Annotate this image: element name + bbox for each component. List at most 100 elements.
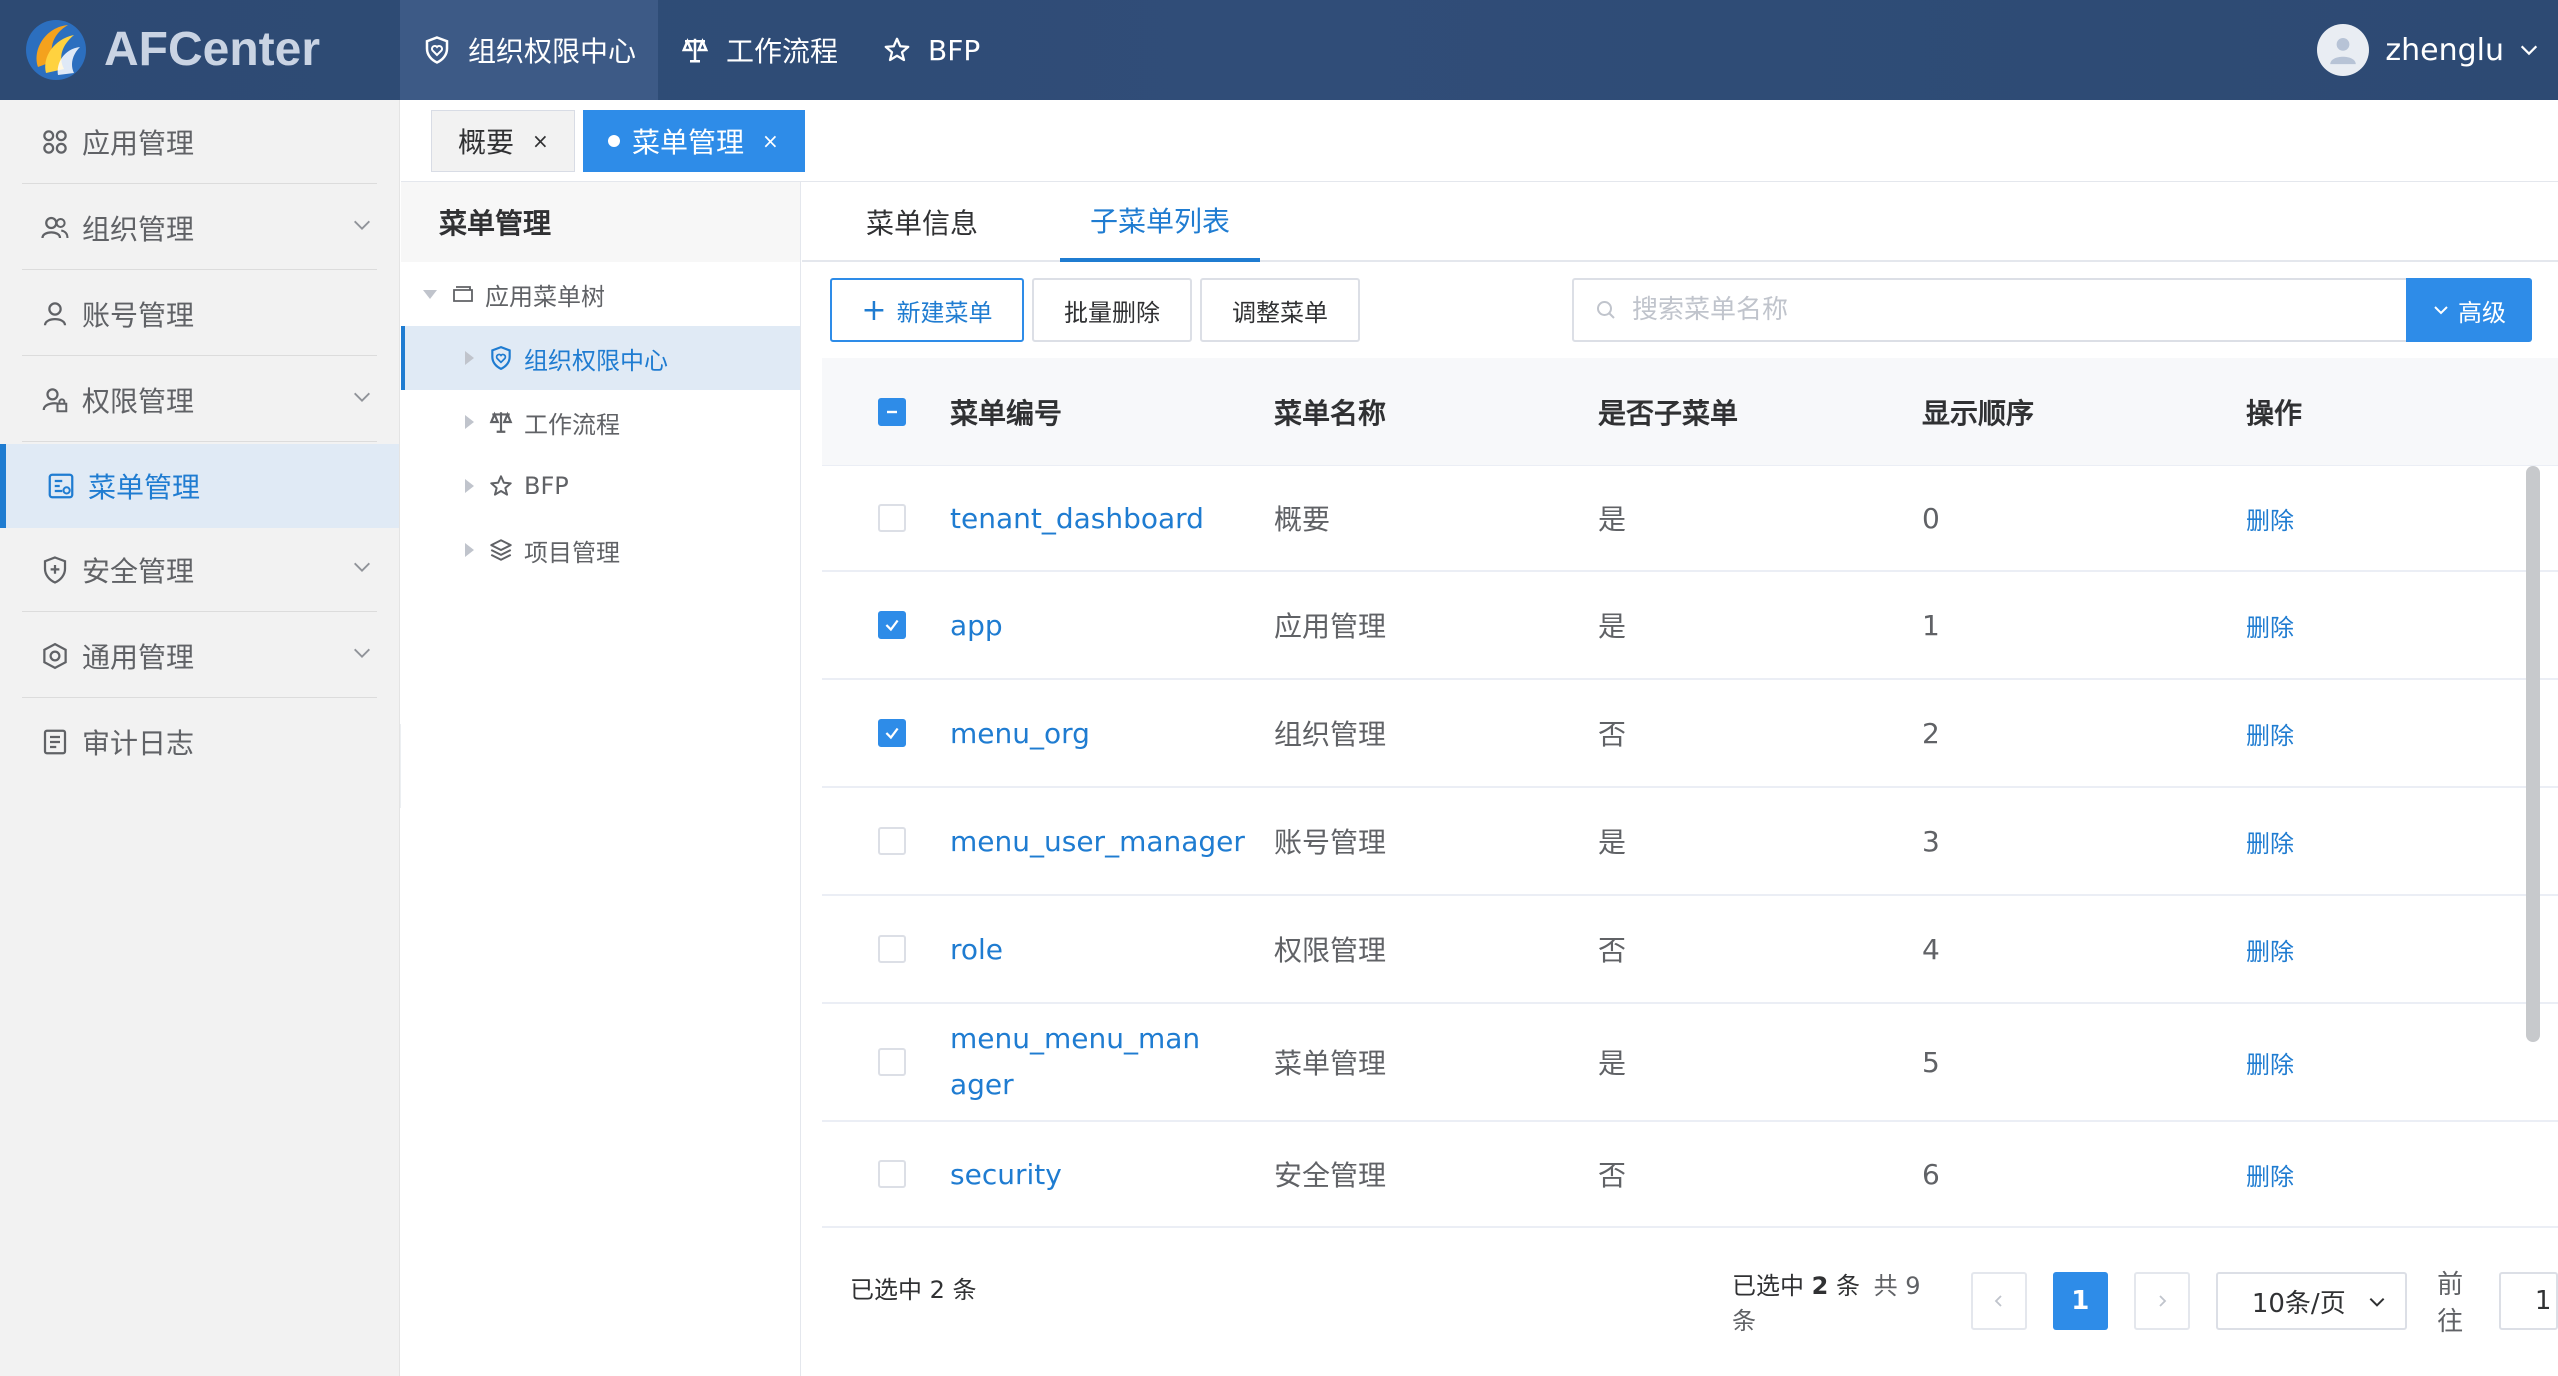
menu-tree-panel: 菜单管理 应用菜单树 组织权限中心 工作流程 BFP 项目管理 (401, 182, 801, 1376)
tree-node-root[interactable]: 应用菜单树 (401, 262, 800, 326)
page-tab-overview[interactable]: 概要 × (431, 110, 575, 172)
batch-delete-button[interactable]: 批量删除 (1032, 278, 1192, 342)
tab-menu-info[interactable]: 菜单信息 (866, 182, 978, 262)
content-tabs: 菜单信息 子菜单列表 (802, 182, 2558, 262)
menu-code-link[interactable]: app (950, 609, 1274, 642)
layers-icon (490, 539, 512, 561)
column-header[interactable]: 显示顺序 (1922, 392, 2246, 432)
tab-submenu-list[interactable]: 子菜单列表 (1060, 182, 1260, 262)
prev-page-button[interactable] (1970, 1272, 2027, 1330)
table-row[interactable]: menu_org 组织管理 否 2 删除 (822, 680, 2558, 788)
chevron-down-icon (2434, 306, 2448, 315)
row-checkbox[interactable] (878, 504, 906, 532)
chevron-down-icon (354, 392, 370, 402)
star-icon (490, 475, 512, 496)
chevron-down-icon (2520, 45, 2538, 56)
menu-code-link[interactable]: tenant_dashboard (950, 502, 1274, 535)
menu-code-link[interactable]: menu_user_manager (950, 825, 1274, 858)
menu-name-cell: 安全管理 (1274, 1159, 1387, 1192)
page-size-select[interactable]: 10条/页 (2215, 1272, 2408, 1330)
sidebar-item-general[interactable]: 通用管理 (22, 614, 377, 698)
topnav-item-org-permission[interactable]: 组织权限中心 (400, 0, 659, 100)
avatar (2317, 24, 2370, 76)
brand-name[interactable]: AFCenter (104, 22, 320, 77)
delete-link[interactable]: 删除 (2246, 1045, 2558, 1080)
advanced-search-label: 高级 (2458, 298, 2506, 327)
topnav-item-workflow[interactable]: 工作流程 (658, 0, 860, 100)
sidebar-item-org[interactable]: 组织管理 (22, 186, 377, 270)
new-menu-button[interactable]: + 新建菜单 (830, 278, 1024, 342)
menu-code-link[interactable]: security (950, 1158, 1274, 1191)
header-checkbox-cell (822, 397, 950, 426)
adjust-menu-button[interactable]: 调整菜单 (1200, 278, 1360, 342)
goto-page-input[interactable]: 1 (2498, 1272, 2558, 1330)
tree-node-label: 应用菜单树 (485, 282, 605, 311)
close-icon[interactable]: × (532, 129, 549, 153)
table-row[interactable]: menu_user_manager 账号管理 是 3 删除 (822, 788, 2558, 896)
is-submenu-cell: 否 (1598, 1159, 1627, 1192)
next-page-button[interactable] (2134, 1272, 2190, 1330)
tree-node-label: BFP (524, 472, 569, 500)
table-row[interactable]: role 权限管理 否 4 删除 (822, 896, 2558, 1004)
search-box[interactable] (1572, 278, 2408, 342)
selected-count-text: 已选中 2 条 (850, 1276, 977, 1304)
topnav-item-bfp[interactable]: BFP (860, 0, 1002, 100)
select-all-checkbox[interactable] (878, 397, 906, 426)
user-icon (43, 301, 67, 326)
page-tab-menu-manage[interactable]: 菜单管理 × (583, 110, 805, 172)
row-checkbox[interactable] (878, 1048, 906, 1076)
row-checkbox[interactable] (878, 611, 906, 639)
row-checkbox[interactable] (878, 1160, 906, 1188)
delete-link[interactable]: 删除 (2246, 824, 2558, 859)
caret-right-icon[interactable] (465, 479, 474, 493)
sidebar-item-label: 权限管理 (82, 384, 195, 418)
page-tab-label: 概要 (458, 126, 515, 159)
table-row[interactable]: menu_menu_manager 菜单管理 是 5 删除 (822, 1004, 2558, 1122)
settings-icon (43, 642, 67, 669)
row-checkbox[interactable] (878, 827, 906, 855)
sidebar-item-app[interactable]: 应用管理 (22, 100, 377, 184)
menu-code-link[interactable]: menu_org (950, 717, 1274, 750)
delete-link[interactable]: 删除 (2246, 1157, 2558, 1192)
menu-code-link[interactable]: role (950, 933, 1274, 966)
page-number-current[interactable]: 1 (2052, 1272, 2109, 1330)
table-row[interactable]: tenant_dashboard 概要 是 0 删除 (822, 466, 2558, 572)
caret-right-icon[interactable] (465, 415, 474, 429)
sidebar-item-permission[interactable]: 权限管理 (22, 358, 377, 442)
caret-right-icon[interactable] (465, 543, 474, 557)
search-input[interactable] (1632, 295, 2392, 325)
caret-right-icon[interactable] (465, 351, 474, 365)
sidebar-item-menu[interactable]: 菜单管理 (0, 444, 399, 528)
table-row[interactable]: security 安全管理 否 6 删除 (822, 1122, 2558, 1228)
row-checkbox[interactable] (878, 719, 906, 747)
tree-node-bfp[interactable]: BFP (401, 454, 800, 518)
delete-link[interactable]: 删除 (2246, 608, 2558, 643)
table-row[interactable]: app 应用管理 是 1 删除 (822, 572, 2558, 680)
tree-node-org-permission[interactable]: 组织权限中心 (401, 326, 800, 390)
column-header[interactable]: 是否子菜单 (1598, 392, 1922, 432)
column-header[interactable]: 菜单名称 (1274, 392, 1598, 432)
menu-name-cell: 账号管理 (1274, 826, 1387, 859)
sidebar-item-audit-log[interactable]: 审计日志 (22, 700, 377, 784)
menu-name-cell: 应用管理 (1274, 610, 1387, 643)
row-checkbox[interactable] (878, 935, 906, 963)
menu-code-link[interactable]: menu_menu_manager (950, 1016, 1214, 1108)
tree-node-workflow[interactable]: 工作流程 (401, 390, 800, 454)
close-icon[interactable]: × (762, 129, 779, 153)
delete-link[interactable]: 删除 (2246, 501, 2558, 536)
caret-down-icon[interactable] (423, 289, 437, 299)
tree-node-project[interactable]: 项目管理 (401, 518, 800, 582)
sidebar-item-security[interactable]: 安全管理 (22, 528, 377, 612)
advanced-search-button[interactable]: 高级 (2406, 278, 2532, 342)
page-tabs-bar: 概要 × 菜单管理 × (401, 100, 2558, 182)
column-header[interactable]: 菜单编号 (950, 392, 1274, 432)
table-scrollbar[interactable] (2526, 466, 2540, 1042)
main-content: 菜单信息 子菜单列表 + 新建菜单 批量删除 调整菜单 高级 菜单编号 菜单名称… (802, 182, 2558, 1376)
delete-link[interactable]: 删除 (2246, 716, 2558, 751)
user-menu[interactable]: zhenglu (2317, 0, 2558, 100)
sidebar-item-account[interactable]: 账号管理 (22, 272, 377, 356)
delete-link[interactable]: 删除 (2246, 932, 2558, 967)
tree-panel-title: 菜单管理 (401, 182, 800, 262)
afcenter-logo-icon[interactable] (24, 17, 88, 83)
chevron-right-icon (2159, 1295, 2167, 1307)
